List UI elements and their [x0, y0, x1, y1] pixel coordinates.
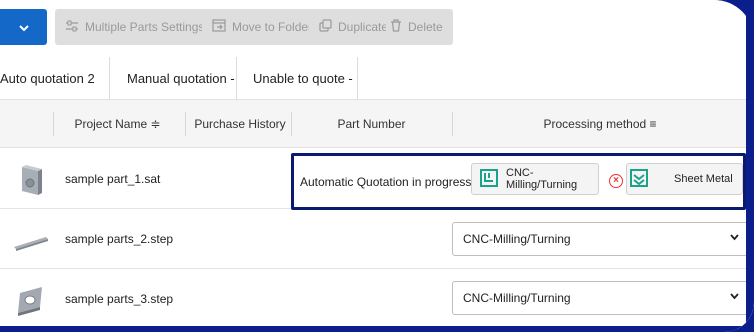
tab-unable-to-quote[interactable]: Unable to quote -	[253, 57, 353, 100]
table-header: Project Name ≑ Purchase History Part Num…	[0, 100, 754, 148]
tab-auto-quotation[interactable]: Auto quotation 2	[0, 57, 95, 100]
tab-divider	[236, 57, 237, 100]
delete-label: Delete	[408, 20, 443, 34]
toolbar: Multiple Parts Settings Move to Folder D…	[0, 0, 754, 57]
main-panel: Multiple Parts Settings Move to Folder D…	[0, 0, 754, 332]
highlight-box	[291, 153, 746, 210]
tab-divider	[109, 57, 110, 100]
trash-icon	[390, 19, 402, 35]
duplicate-icon	[319, 19, 332, 35]
chevron-down-icon	[730, 232, 739, 244]
duplicate-label: Duplicate	[338, 20, 389, 34]
processing-method-select[interactable]: CNC-Milling/Turning	[452, 222, 748, 256]
part-number-header: Part Number	[337, 117, 406, 131]
multiple-parts-settings-button[interactable]: Multiple Parts Settings	[55, 9, 215, 45]
part-file-name[interactable]: sample parts_2.step	[65, 209, 173, 269]
frame-edge-bottom	[0, 326, 754, 332]
part-thumbnail	[12, 283, 46, 317]
table-row[interactable]: sample parts_3.step CNC-Milling/Turning	[0, 269, 754, 329]
table-row[interactable]: sample parts_2.step CNC-Milling/Turning	[0, 209, 754, 269]
tab-unable-to-quote-label: Unable to quote -	[253, 71, 353, 86]
part-thumbnail	[10, 223, 52, 257]
move-to-folder-label: Move to Folder	[232, 20, 313, 34]
column-divider	[53, 112, 54, 136]
chevron-down-icon	[18, 20, 29, 35]
folder-move-icon	[212, 19, 226, 35]
processing-method-select[interactable]: CNC-Milling/Turning	[452, 281, 748, 315]
project-name-header[interactable]: Project Name ≑	[60, 100, 175, 148]
tab-divider	[357, 57, 358, 100]
part-file-name[interactable]: sample part_1.sat	[65, 149, 160, 209]
view-dropdown-button[interactable]	[0, 9, 47, 45]
multiple-parts-settings-label: Multiple Parts Settings	[85, 20, 205, 34]
processing-method-header[interactable]: Processing method ≡	[452, 100, 748, 148]
chevron-down-icon	[730, 291, 739, 303]
part-thumbnail	[14, 163, 48, 197]
tab-manual-quotation[interactable]: Manual quotation -	[127, 57, 235, 100]
tab-manual-quotation-label: Manual quotation -	[127, 71, 235, 86]
app-frame: Multiple Parts Settings Move to Folder D…	[0, 0, 754, 332]
sliders-icon	[65, 20, 79, 35]
duplicate-button[interactable]: Duplicate	[309, 9, 393, 45]
part-file-name[interactable]: sample parts_3.step	[65, 269, 173, 329]
tab-auto-quotation-label: Auto quotation 2	[0, 71, 95, 86]
purchase-history-header: Purchase History	[194, 117, 286, 131]
column-divider	[185, 112, 186, 136]
move-to-folder-button[interactable]: Move to Folder	[202, 9, 323, 45]
frame-edge-right	[746, 0, 754, 332]
quotation-tabs: Auto quotation 2 Manual quotation - Unab…	[0, 57, 754, 100]
delete-button[interactable]: Delete	[386, 9, 453, 45]
